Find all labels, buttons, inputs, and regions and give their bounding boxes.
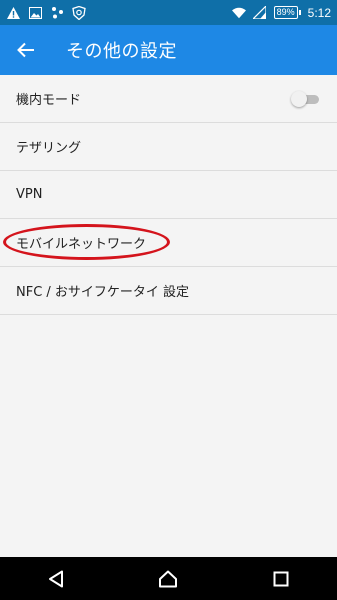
nav-back-button[interactable] [36,559,76,599]
setting-tethering[interactable]: テザリング [0,123,337,171]
nav-recents-button[interactable] [261,559,301,599]
setting-label: 機内モード [16,93,82,108]
arrow-back-icon [17,42,34,58]
airplane-mode-toggle[interactable] [291,90,321,107]
setting-label: テザリング [16,141,82,156]
app-bar: その他の設定 [0,25,337,75]
status-bar-system: 89% 5:12 [231,5,331,20]
status-bar-notifications [6,5,86,20]
clock: 5:12 [307,5,331,20]
battery-indicator: 89% [273,6,301,19]
setting-label: モバイルネットワーク [16,237,147,252]
shield-app-icon [72,5,86,20]
setting-nfc-osaifu[interactable]: NFC / おサイフケータイ 設定 [0,267,337,315]
setting-airplane-mode[interactable]: 機内モード [0,75,337,123]
home-icon [159,570,178,587]
back-button[interactable] [0,25,52,75]
battery-level: 89% [273,6,298,19]
wifi-icon [231,6,246,20]
signal-icon [253,6,267,20]
image-icon [28,6,42,20]
nav-home-button[interactable] [148,559,188,599]
settings-list: 機内モード テザリング VPN モバイルネットワーク NFC / おサイフケータ… [0,75,337,315]
connection-icon [50,6,64,20]
setting-mobile-network[interactable]: モバイルネットワーク [0,219,337,267]
battery-tip [298,10,301,15]
navigation-bar [0,557,337,600]
setting-label: NFC / おサイフケータイ 設定 [16,285,190,300]
toggle-thumb [291,90,307,107]
back-triangle-icon [49,570,64,587]
page-title: その他の設定 [66,41,177,62]
status-bar: 89% 5:12 [0,0,337,25]
recents-icon [273,571,289,586]
setting-vpn[interactable]: VPN [0,171,337,219]
warning-icon [6,6,20,20]
setting-label: VPN [16,187,43,202]
